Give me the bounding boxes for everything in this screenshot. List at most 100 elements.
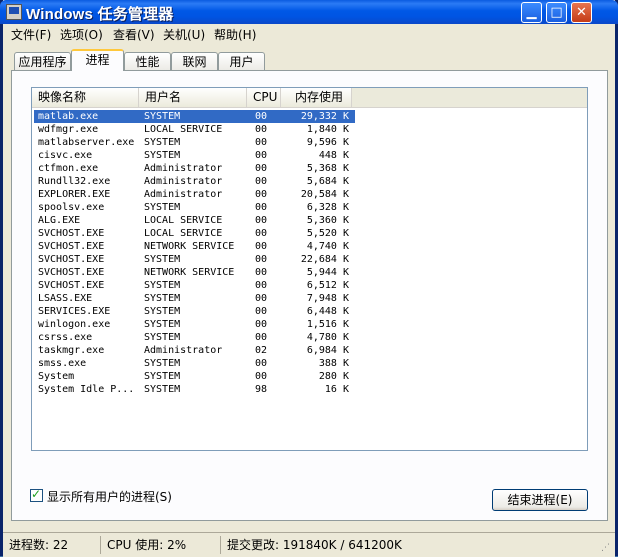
memory-cell: 280 K	[318, 371, 349, 382]
cpu-cell: 00	[255, 293, 268, 304]
process-name-cell: SVCHOST.EXE	[38, 280, 105, 291]
process-name-cell: System	[38, 371, 75, 382]
cpu-cell: 00	[243, 110, 295, 123]
process-name-cell: cisvc.exe	[38, 150, 93, 161]
end-process-button[interactable]: 结束进程(E)	[492, 489, 588, 511]
process-row[interactable]: matlabserver.exe SYSTEM 00 9,596 K	[32, 136, 587, 149]
user-name-cell: SYSTEM	[144, 306, 181, 317]
menu-help[interactable]: 帮助(H)	[214, 26, 256, 43]
process-row[interactable]: System Idle P... SYSTEM 98 16 K	[32, 383, 587, 396]
tab-users[interactable]: 用户	[218, 52, 265, 70]
cpu-cell: 02	[255, 345, 268, 356]
process-row[interactable]: LSASS.EXE SYSTEM 00 7,948 K	[32, 292, 587, 305]
cpu-cell: 00	[255, 215, 268, 226]
user-name-cell: Administrator	[144, 163, 223, 174]
tab-applications[interactable]: 应用程序	[14, 52, 71, 70]
process-name-cell: SVCHOST.EXE	[38, 267, 105, 278]
process-name-cell: SVCHOST.EXE	[38, 241, 105, 252]
process-name-cell: taskmgr.exe	[38, 345, 105, 356]
process-row[interactable]: winlogon.exe SYSTEM 00 1,516 K	[32, 318, 587, 331]
process-name-cell: LSASS.EXE	[38, 293, 93, 304]
memory-cell: 448 K	[318, 150, 349, 161]
memory-cell: 29,332 K	[295, 110, 355, 123]
user-name-cell: NETWORK SERVICE	[144, 241, 235, 252]
process-list[interactable]: 映像名称 用户名 CPU 内存使用 matlab.exe SYSTEM 00 29,3…	[31, 87, 588, 451]
cpu-cell: 00	[255, 241, 268, 252]
user-name-cell: SYSTEM	[144, 319, 181, 330]
memory-cell: 4,780 K	[306, 332, 349, 343]
resize-grip-icon[interactable]: ⋰	[601, 543, 613, 555]
process-row[interactable]: SVCHOST.EXE NETWORK SERVICE 00 4,740 K	[32, 240, 587, 253]
tab-processes[interactable]: 进程	[71, 49, 124, 71]
title-bar[interactable]: Windows 任务管理器 ▁ □ ✕	[0, 0, 618, 24]
process-row[interactable]: ALG.EXE LOCAL SERVICE 00 5,360 K	[32, 214, 587, 227]
cpu-cell: 00	[255, 202, 268, 213]
menu-shutdown[interactable]: 关机(U)	[163, 26, 205, 43]
memory-cell: 22,684 K	[300, 254, 349, 265]
show-all-users-label[interactable]: 显示所有用户的进程(S)	[47, 488, 172, 505]
process-name-cell: matlabserver.exe	[38, 137, 135, 148]
column-cpu[interactable]: CPU	[247, 88, 281, 107]
user-name-cell: SYSTEM	[144, 332, 181, 343]
process-name-cell: SVCHOST.EXE	[38, 254, 105, 265]
process-row[interactable]: smss.exe SYSTEM 00 388 K	[32, 357, 587, 370]
process-row[interactable]: SVCHOST.EXE SYSTEM 00 6,512 K	[32, 279, 587, 292]
tab-strip: 应用程序 进程 性能 联网 用户	[3, 48, 615, 72]
cpu-cell: 00	[255, 163, 268, 174]
task-manager-icon	[6, 4, 22, 20]
process-row[interactable]: System SYSTEM 00 280 K	[32, 370, 587, 383]
process-row[interactable]: wdfmgr.exe LOCAL SERVICE 00 1,840 K	[32, 123, 587, 136]
process-row[interactable]: Rundll32.exe Administrator 00 5,684 K	[32, 175, 587, 188]
user-name-cell: SYSTEM	[144, 384, 181, 395]
process-row[interactable]: ctfmon.exe Administrator 00 5,368 K	[32, 162, 587, 175]
memory-cell: 5,368 K	[306, 163, 349, 174]
user-name-cell: SYSTEM	[144, 358, 181, 369]
cpu-cell: 00	[255, 189, 268, 200]
process-name-cell: wdfmgr.exe	[38, 124, 99, 135]
maximize-button[interactable]: □	[546, 2, 567, 23]
menu-view[interactable]: 查看(V)	[113, 26, 155, 43]
status-commit-charge: 提交更改: 191840K / 641200K	[227, 538, 402, 552]
memory-cell: 7,948 K	[306, 293, 349, 304]
memory-cell: 6,984 K	[306, 345, 349, 356]
process-name-cell: System Idle P...	[38, 384, 135, 395]
status-bar: 进程数: 22 CPU 使用: 2% 提交更改: 191840K / 64120…	[3, 532, 615, 557]
process-row[interactable]: taskmgr.exe Administrator 02 6,984 K	[32, 344, 587, 357]
memory-cell: 388 K	[318, 358, 349, 369]
memory-cell: 20,584 K	[300, 189, 349, 200]
tab-performance[interactable]: 性能	[124, 52, 171, 70]
column-image-name[interactable]: 映像名称	[32, 88, 139, 107]
window-title: Windows 任务管理器	[26, 6, 174, 23]
process-row[interactable]: spoolsv.exe SYSTEM 00 6,328 K	[32, 201, 587, 214]
process-row[interactable]: SVCHOST.EXE LOCAL SERVICE 00 5,520 K	[32, 227, 587, 240]
column-user-name[interactable]: 用户名	[139, 88, 247, 107]
tab-networking[interactable]: 联网	[171, 52, 218, 70]
show-all-users-checkbox[interactable]	[30, 487, 43, 502]
memory-cell: 5,944 K	[306, 267, 349, 278]
menu-file[interactable]: 文件(F)	[11, 26, 51, 43]
process-row[interactable]: EXPLORER.EXE Administrator 00 20,584 K	[32, 188, 587, 201]
column-memory[interactable]: 内存使用	[281, 88, 352, 107]
memory-cell: 6,328 K	[306, 202, 349, 213]
process-name-cell: csrss.exe	[38, 332, 93, 343]
process-name-cell: EXPLORER.EXE	[38, 189, 111, 200]
close-button[interactable]: ✕	[571, 2, 592, 23]
process-row[interactable]: SVCHOST.EXE SYSTEM 00 22,684 K	[32, 253, 587, 266]
cpu-cell: 00	[255, 124, 268, 135]
user-name-cell: LOCAL SERVICE	[144, 215, 223, 226]
process-row[interactable]: SVCHOST.EXE NETWORK SERVICE 00 5,944 K	[32, 266, 587, 279]
process-name-cell: Rundll32.exe	[38, 176, 111, 187]
minimize-button[interactable]: ▁	[521, 2, 542, 23]
process-row[interactable]: cisvc.exe SYSTEM 00 448 K	[32, 149, 587, 162]
process-row[interactable]: SERVICES.EXE SYSTEM 00 6,448 K	[32, 305, 587, 318]
user-name-cell: SYSTEM	[144, 280, 181, 291]
cpu-cell: 00	[255, 228, 268, 239]
user-name-cell: Administrator	[144, 176, 223, 187]
memory-cell: 5,360 K	[306, 215, 349, 226]
menu-options[interactable]: 选项(O)	[60, 26, 103, 43]
user-name-cell: SYSTEM	[144, 150, 181, 161]
process-row[interactable]: csrss.exe SYSTEM 00 4,780 K	[32, 331, 587, 344]
process-row[interactable]: matlab.exe SYSTEM 00 29,332 K	[32, 110, 587, 123]
memory-cell: 5,684 K	[306, 176, 349, 187]
user-name-cell: Administrator	[144, 189, 223, 200]
